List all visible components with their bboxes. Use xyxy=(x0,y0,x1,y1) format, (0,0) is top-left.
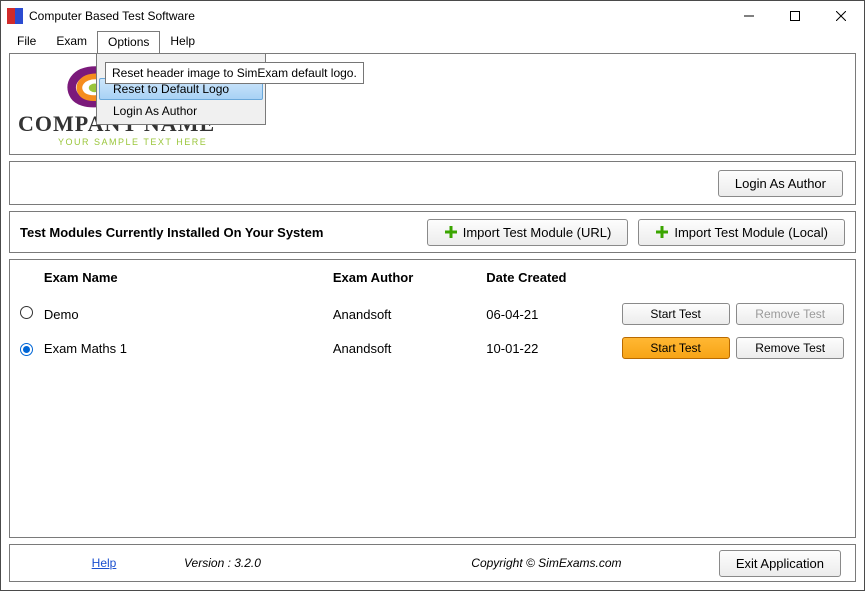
help-link[interactable]: Help xyxy=(24,556,184,570)
copyright-label: Copyright © SimExams.com xyxy=(374,556,719,570)
header-date-created: Date Created xyxy=(486,270,616,285)
list-header: Exam Name Exam Author Date Created xyxy=(10,260,855,297)
import-url-label: Import Test Module (URL) xyxy=(463,225,612,240)
import-panel: Test Modules Currently Installed On Your… xyxy=(9,211,856,253)
menubar: File Exam Options Help Add Custom Logo R… xyxy=(1,31,864,53)
cell-exam-author: Anandsoft xyxy=(333,341,486,356)
version-label: Version : 3.2.0 xyxy=(184,556,374,570)
cell-exam-name: Demo xyxy=(44,307,333,322)
content-area: COMPANY NAME YOUR SAMPLE TEXT HERE Login… xyxy=(9,53,856,582)
import-local-button[interactable]: Import Test Module (Local) xyxy=(638,219,845,246)
menu-exam[interactable]: Exam xyxy=(46,31,97,53)
cell-date-created: 06-04-21 xyxy=(486,307,616,322)
minimize-button[interactable] xyxy=(726,1,772,31)
exit-application-button[interactable]: Exit Application xyxy=(719,550,841,577)
menu-help[interactable]: Help xyxy=(160,31,205,53)
row-radio[interactable] xyxy=(20,343,33,356)
menu-login-as-author[interactable]: Login As Author xyxy=(99,100,263,122)
window-controls xyxy=(726,1,864,31)
login-panel: Login As Author xyxy=(9,161,856,205)
list-body: Demo Anandsoft 06-04-21 Start Test Remov… xyxy=(10,297,855,537)
table-row: Exam Maths 1 Anandsoft 10-01-22 Start Te… xyxy=(10,331,855,365)
footer-panel: Help Version : 3.2.0 Copyright © SimExam… xyxy=(9,544,856,582)
menu-file[interactable]: File xyxy=(7,31,46,53)
exam-list-panel: Exam Name Exam Author Date Created Demo … xyxy=(9,259,856,538)
close-button[interactable] xyxy=(818,1,864,31)
tooltip: Reset header image to SimExam default lo… xyxy=(105,62,364,84)
plus-icon xyxy=(655,225,669,239)
logo-sub-text: YOUR SAMPLE TEXT HERE xyxy=(58,137,215,147)
app-window: Computer Based Test Software File Exam O… xyxy=(0,0,865,591)
cell-exam-author: Anandsoft xyxy=(333,307,486,322)
start-test-button[interactable]: Start Test xyxy=(622,303,730,325)
cell-exam-name: Exam Maths 1 xyxy=(44,341,333,356)
import-url-button[interactable]: Import Test Module (URL) xyxy=(427,219,629,246)
window-title: Computer Based Test Software xyxy=(29,9,726,23)
remove-test-button[interactable]: Remove Test xyxy=(736,337,844,359)
plus-icon xyxy=(444,225,458,239)
row-radio[interactable] xyxy=(20,306,33,319)
app-icon xyxy=(7,8,23,24)
remove-test-button[interactable]: Remove Test xyxy=(736,303,844,325)
start-test-button[interactable]: Start Test xyxy=(622,337,730,359)
cell-date-created: 10-01-22 xyxy=(486,341,616,356)
import-local-label: Import Test Module (Local) xyxy=(674,225,828,240)
titlebar: Computer Based Test Software xyxy=(1,1,864,31)
login-as-author-button[interactable]: Login As Author xyxy=(718,170,843,197)
maximize-button[interactable] xyxy=(772,1,818,31)
header-exam-author: Exam Author xyxy=(333,270,486,285)
header-exam-name: Exam Name xyxy=(44,270,333,285)
installed-modules-heading: Test Modules Currently Installed On Your… xyxy=(20,225,323,240)
menu-options[interactable]: Options xyxy=(97,31,160,53)
table-row: Demo Anandsoft 06-04-21 Start Test Remov… xyxy=(10,297,855,331)
